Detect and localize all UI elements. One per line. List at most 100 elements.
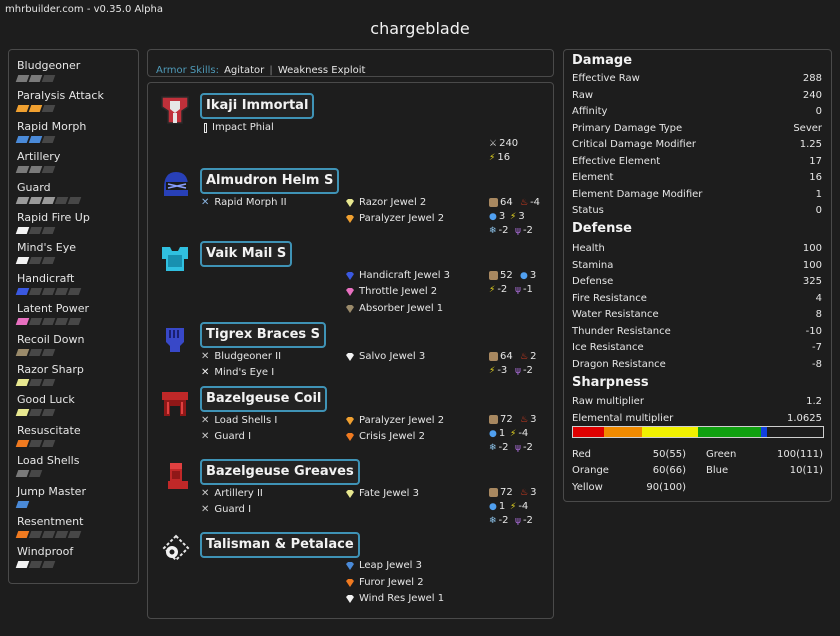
greaves-jewel-1[interactable]: Fate Jewel 3 bbox=[345, 488, 419, 499]
fire-icon: ♨ bbox=[520, 197, 529, 208]
skill-level-pips bbox=[15, 257, 76, 265]
skill-pip bbox=[15, 409, 30, 417]
sharpness-green: Green 100(111) bbox=[706, 449, 823, 460]
arm-icon bbox=[158, 322, 192, 356]
braces-name[interactable]: Tigrex Braces S bbox=[200, 322, 327, 348]
skill-item[interactable]: Artillery bbox=[15, 150, 60, 174]
skill-pip bbox=[28, 439, 43, 447]
armor-skill-weakness-exploit[interactable]: Weakness Exploit bbox=[278, 65, 366, 76]
braces-skill-2: ✕ Mind's Eye I bbox=[201, 367, 275, 378]
skill-pip bbox=[15, 257, 30, 265]
weapon-name[interactable]: Ikaji Immortal bbox=[200, 93, 315, 119]
skill-level-pips bbox=[15, 470, 79, 478]
weapon-element: ⚡ 16 bbox=[489, 152, 511, 163]
defense-stat-row: Ice Resistance -7 bbox=[572, 342, 822, 353]
defense-stat-row: Thunder Resistance -10 bbox=[572, 326, 822, 337]
defense-stat-label: Health bbox=[572, 243, 605, 254]
talisman-jewel-1[interactable]: Leap Jewel 3 bbox=[345, 560, 422, 571]
greaves-fire: ♨ 3 bbox=[520, 487, 537, 498]
thunder-icon: ⚡ bbox=[489, 152, 496, 163]
skill-item[interactable]: Resuscitate bbox=[15, 423, 81, 447]
paralyzer-gem-icon bbox=[346, 416, 354, 425]
skill-item[interactable]: Recoil Down bbox=[15, 333, 84, 356]
mail-water: ● 3 bbox=[520, 270, 537, 281]
defense-stat-row: Water Resistance 8 bbox=[572, 309, 822, 320]
helm-skill-label: Rapid Morph II bbox=[214, 197, 287, 208]
skill-pip bbox=[67, 287, 82, 295]
mail-jewel-2[interactable]: Throttle Jewel 2 bbox=[345, 286, 437, 297]
helm-name[interactable]: Almudron Helm S bbox=[200, 168, 340, 194]
skill-pip bbox=[15, 227, 30, 234]
skill-item[interactable]: Resentment bbox=[15, 515, 83, 538]
helm-jewel-1[interactable]: Razor Jewel 2 bbox=[345, 197, 426, 208]
skill-item[interactable]: Windproof bbox=[15, 545, 74, 569]
skill-pip bbox=[41, 135, 56, 143]
sharpness-heading: Sharpness bbox=[572, 375, 649, 390]
skill-level-pips bbox=[15, 409, 75, 417]
shield-icon bbox=[489, 271, 498, 280]
skill-pip bbox=[41, 75, 56, 82]
skill-pip bbox=[41, 379, 56, 386]
skill-item[interactable]: Rapid Fire Up bbox=[15, 211, 90, 234]
skill-item[interactable]: Jump Master bbox=[15, 485, 86, 508]
mail-jewel-1[interactable]: Handicraft Jewel 3 bbox=[345, 270, 450, 281]
dragon-icon: ψ bbox=[515, 515, 521, 526]
damage-stat-value: 0 bbox=[815, 106, 822, 117]
skill-name: Windproof bbox=[17, 545, 74, 559]
skill-icon: ✕ bbox=[201, 367, 210, 378]
defense-stat-label: Water Resistance bbox=[572, 309, 659, 320]
mail-name[interactable]: Vaik Mail S bbox=[200, 241, 293, 267]
skill-pip bbox=[28, 135, 43, 143]
damage-stat-row: Element 16 bbox=[572, 172, 822, 183]
damage-stat-value: 0 bbox=[815, 205, 822, 216]
crisis-gem-icon bbox=[346, 432, 354, 441]
skill-icon: ✕ bbox=[201, 488, 210, 499]
skill-item[interactable]: Bludgeoner bbox=[15, 59, 80, 82]
skill-item[interactable]: Mind's Eye bbox=[15, 241, 76, 265]
sharpness-blue: Blue 10(11) bbox=[706, 465, 823, 476]
coil-jewel-2[interactable]: Crisis Jewel 2 bbox=[345, 431, 425, 442]
skill-item[interactable]: Handicraft bbox=[15, 271, 82, 295]
skill-pip bbox=[15, 287, 30, 295]
talisman-name[interactable]: Talisman & Petalace bbox=[200, 532, 360, 558]
greaves-skill-1: ✕ Artillery II bbox=[201, 488, 263, 499]
skill-item[interactable]: Latent Power bbox=[15, 302, 89, 326]
mail-jewel-3[interactable]: Absorber Jewel 1 bbox=[345, 303, 443, 314]
armor-skill-agitator[interactable]: Agitator bbox=[224, 65, 264, 76]
helm-jewel-2[interactable]: Paralyzer Jewel 2 bbox=[345, 213, 444, 224]
skill-pip bbox=[15, 135, 30, 143]
page-title: chargeblade bbox=[370, 19, 470, 38]
braces-jewel-1[interactable]: Salvo Jewel 3 bbox=[345, 351, 425, 362]
helm-icon bbox=[158, 168, 192, 202]
coil-jewel-1[interactable]: Paralyzer Jewel 2 bbox=[345, 415, 444, 426]
skill-pip bbox=[15, 318, 30, 326]
coil-defense: 72 bbox=[489, 414, 513, 425]
coil-dragon: ψ -2 bbox=[515, 442, 533, 453]
talisman-jewel-3[interactable]: Wind Res Jewel 1 bbox=[345, 593, 444, 604]
coil-name[interactable]: Bazelgeuse Coil bbox=[200, 386, 328, 412]
water-icon: ● bbox=[520, 270, 528, 281]
skill-pip bbox=[28, 348, 43, 356]
defense-stat-label: Stamina bbox=[572, 259, 614, 271]
damage-stat-value: 1 bbox=[815, 188, 822, 200]
skill-name: Resuscitate bbox=[17, 423, 81, 437]
greaves-name[interactable]: Bazelgeuse Greaves bbox=[200, 459, 360, 485]
damage-stat-label: Element bbox=[572, 172, 614, 183]
skill-item[interactable]: Razor Sharp bbox=[15, 363, 84, 386]
skill-item[interactable]: Paralysis Attack bbox=[15, 89, 104, 113]
skill-pip bbox=[28, 196, 43, 204]
skill-item[interactable]: Rapid Morph bbox=[15, 119, 87, 143]
talisman-jewel-2[interactable]: Furor Jewel 2 bbox=[345, 577, 424, 588]
skill-item[interactable]: Good Luck bbox=[15, 393, 75, 417]
fire-icon: ♨ bbox=[520, 414, 529, 425]
skill-name: Rapid Morph bbox=[17, 119, 87, 133]
skill-name: Guard bbox=[17, 180, 51, 194]
skill-name: Handicraft bbox=[17, 271, 75, 285]
sharpness-segment bbox=[698, 427, 761, 437]
braces-dragon: ψ -2 bbox=[515, 365, 533, 376]
defense-stat-label: Defense bbox=[572, 276, 614, 287]
defense-stat-value: 100 bbox=[802, 243, 822, 254]
skill-item[interactable]: Guard bbox=[15, 180, 82, 204]
skill-item[interactable]: Load Shells bbox=[15, 454, 79, 478]
coil-ice: ❄ -2 bbox=[489, 442, 509, 453]
